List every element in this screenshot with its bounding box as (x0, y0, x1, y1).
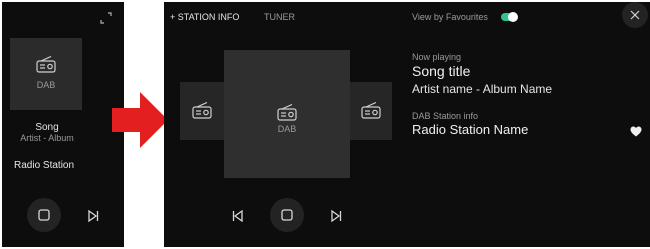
dab-station-info-label: DAB Station info (412, 111, 479, 121)
station-name: Radio Station Name (412, 122, 529, 137)
artist-album-label: Artist - Album (20, 133, 74, 143)
tile-label: DAB (36, 80, 56, 90)
close-icon (622, 2, 648, 28)
next-icon[interactable] (329, 209, 343, 223)
station-artwork-tile: DAB (10, 38, 82, 110)
tile-label: DAB (277, 124, 297, 134)
mini-player-panel: DAB Song Artist - Album Radio Station (2, 2, 124, 247)
previous-icon[interactable] (231, 209, 245, 223)
station-info-panel: + STATION INFO TUNER View by Favourites (164, 2, 650, 247)
station-tile-next[interactable] (350, 82, 392, 140)
next-icon[interactable] (86, 209, 100, 223)
tab-tuner[interactable]: TUNER (264, 12, 295, 22)
stop-button[interactable] (270, 198, 304, 232)
close-button[interactable] (622, 2, 648, 28)
radio-icon (35, 56, 57, 74)
transition-arrow-icon (110, 90, 170, 150)
now-playing-label: Now playing (412, 52, 462, 62)
stop-icon (270, 198, 304, 232)
artist-album: Artist name - Album Name (412, 82, 553, 96)
station-tile-current[interactable]: DAB (224, 50, 350, 178)
stop-icon (27, 198, 61, 232)
radio-icon (191, 102, 213, 120)
station-tile-prev[interactable] (180, 82, 224, 140)
view-by-favourites-label: View by Favourites (412, 12, 488, 22)
expand-icon[interactable] (98, 10, 114, 26)
tab-station-info[interactable]: + STATION INFO (170, 12, 239, 22)
station-label: Radio Station (14, 160, 75, 171)
stop-button[interactable] (27, 198, 61, 232)
radio-icon (276, 104, 298, 122)
favourites-toggle[interactable] (501, 12, 518, 22)
song-label: Song (35, 122, 59, 133)
heart-icon[interactable] (630, 126, 642, 137)
radio-icon (360, 102, 382, 120)
song-title: Song title (412, 63, 471, 79)
